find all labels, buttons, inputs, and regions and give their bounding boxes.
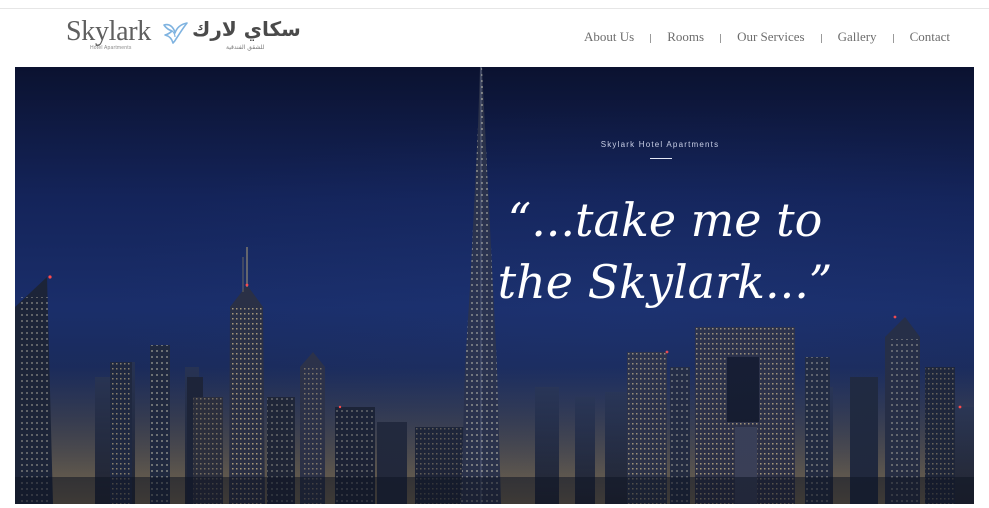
hero-quote-line-1: “...take me to <box>507 193 823 247</box>
nav-our-services[interactable]: Our Services <box>737 29 805 45</box>
nav-about-us[interactable]: About Us <box>584 29 634 45</box>
logo-subtitle: Hotel Apartments <box>90 45 132 51</box>
bird-logo-icon <box>163 22 188 44</box>
site-header: Skylark Hotel Apartments سكاي لارك للشقق… <box>0 9 989 67</box>
nav-separator <box>650 33 652 43</box>
nav-separator <box>892 33 894 43</box>
logo-arabic-name: سكاي لارك <box>192 17 301 41</box>
hero-quote: “...take me to the Skylark...” <box>455 189 875 313</box>
main-nav: About Us Rooms Our Services Gallery Cont… <box>584 29 950 45</box>
hero-eyebrow-divider <box>650 158 672 159</box>
logo-wordmark: Skylark <box>66 16 152 47</box>
nav-gallery[interactable]: Gallery <box>838 29 877 45</box>
hero-eyebrow: Skylark Hotel Apartments <box>600 140 720 149</box>
site-logo[interactable]: Skylark Hotel Apartments سكاي لارك للشقق… <box>66 15 301 55</box>
nav-separator <box>820 33 822 43</box>
hero-quote-line-2: the Skylark...” <box>497 255 833 309</box>
logo-arabic-subtitle: للشقق الفندقية <box>226 44 265 51</box>
nav-rooms[interactable]: Rooms <box>667 29 704 45</box>
nav-contact[interactable]: Contact <box>910 29 950 45</box>
logo-arabic-block: سكاي لارك للشقق الفندقية <box>192 15 301 55</box>
logo-latin-block: Skylark Hotel Apartments <box>66 15 162 55</box>
nav-separator <box>720 33 722 43</box>
hero-banner: Skylark Hotel Apartments “...take me to … <box>15 67 974 504</box>
